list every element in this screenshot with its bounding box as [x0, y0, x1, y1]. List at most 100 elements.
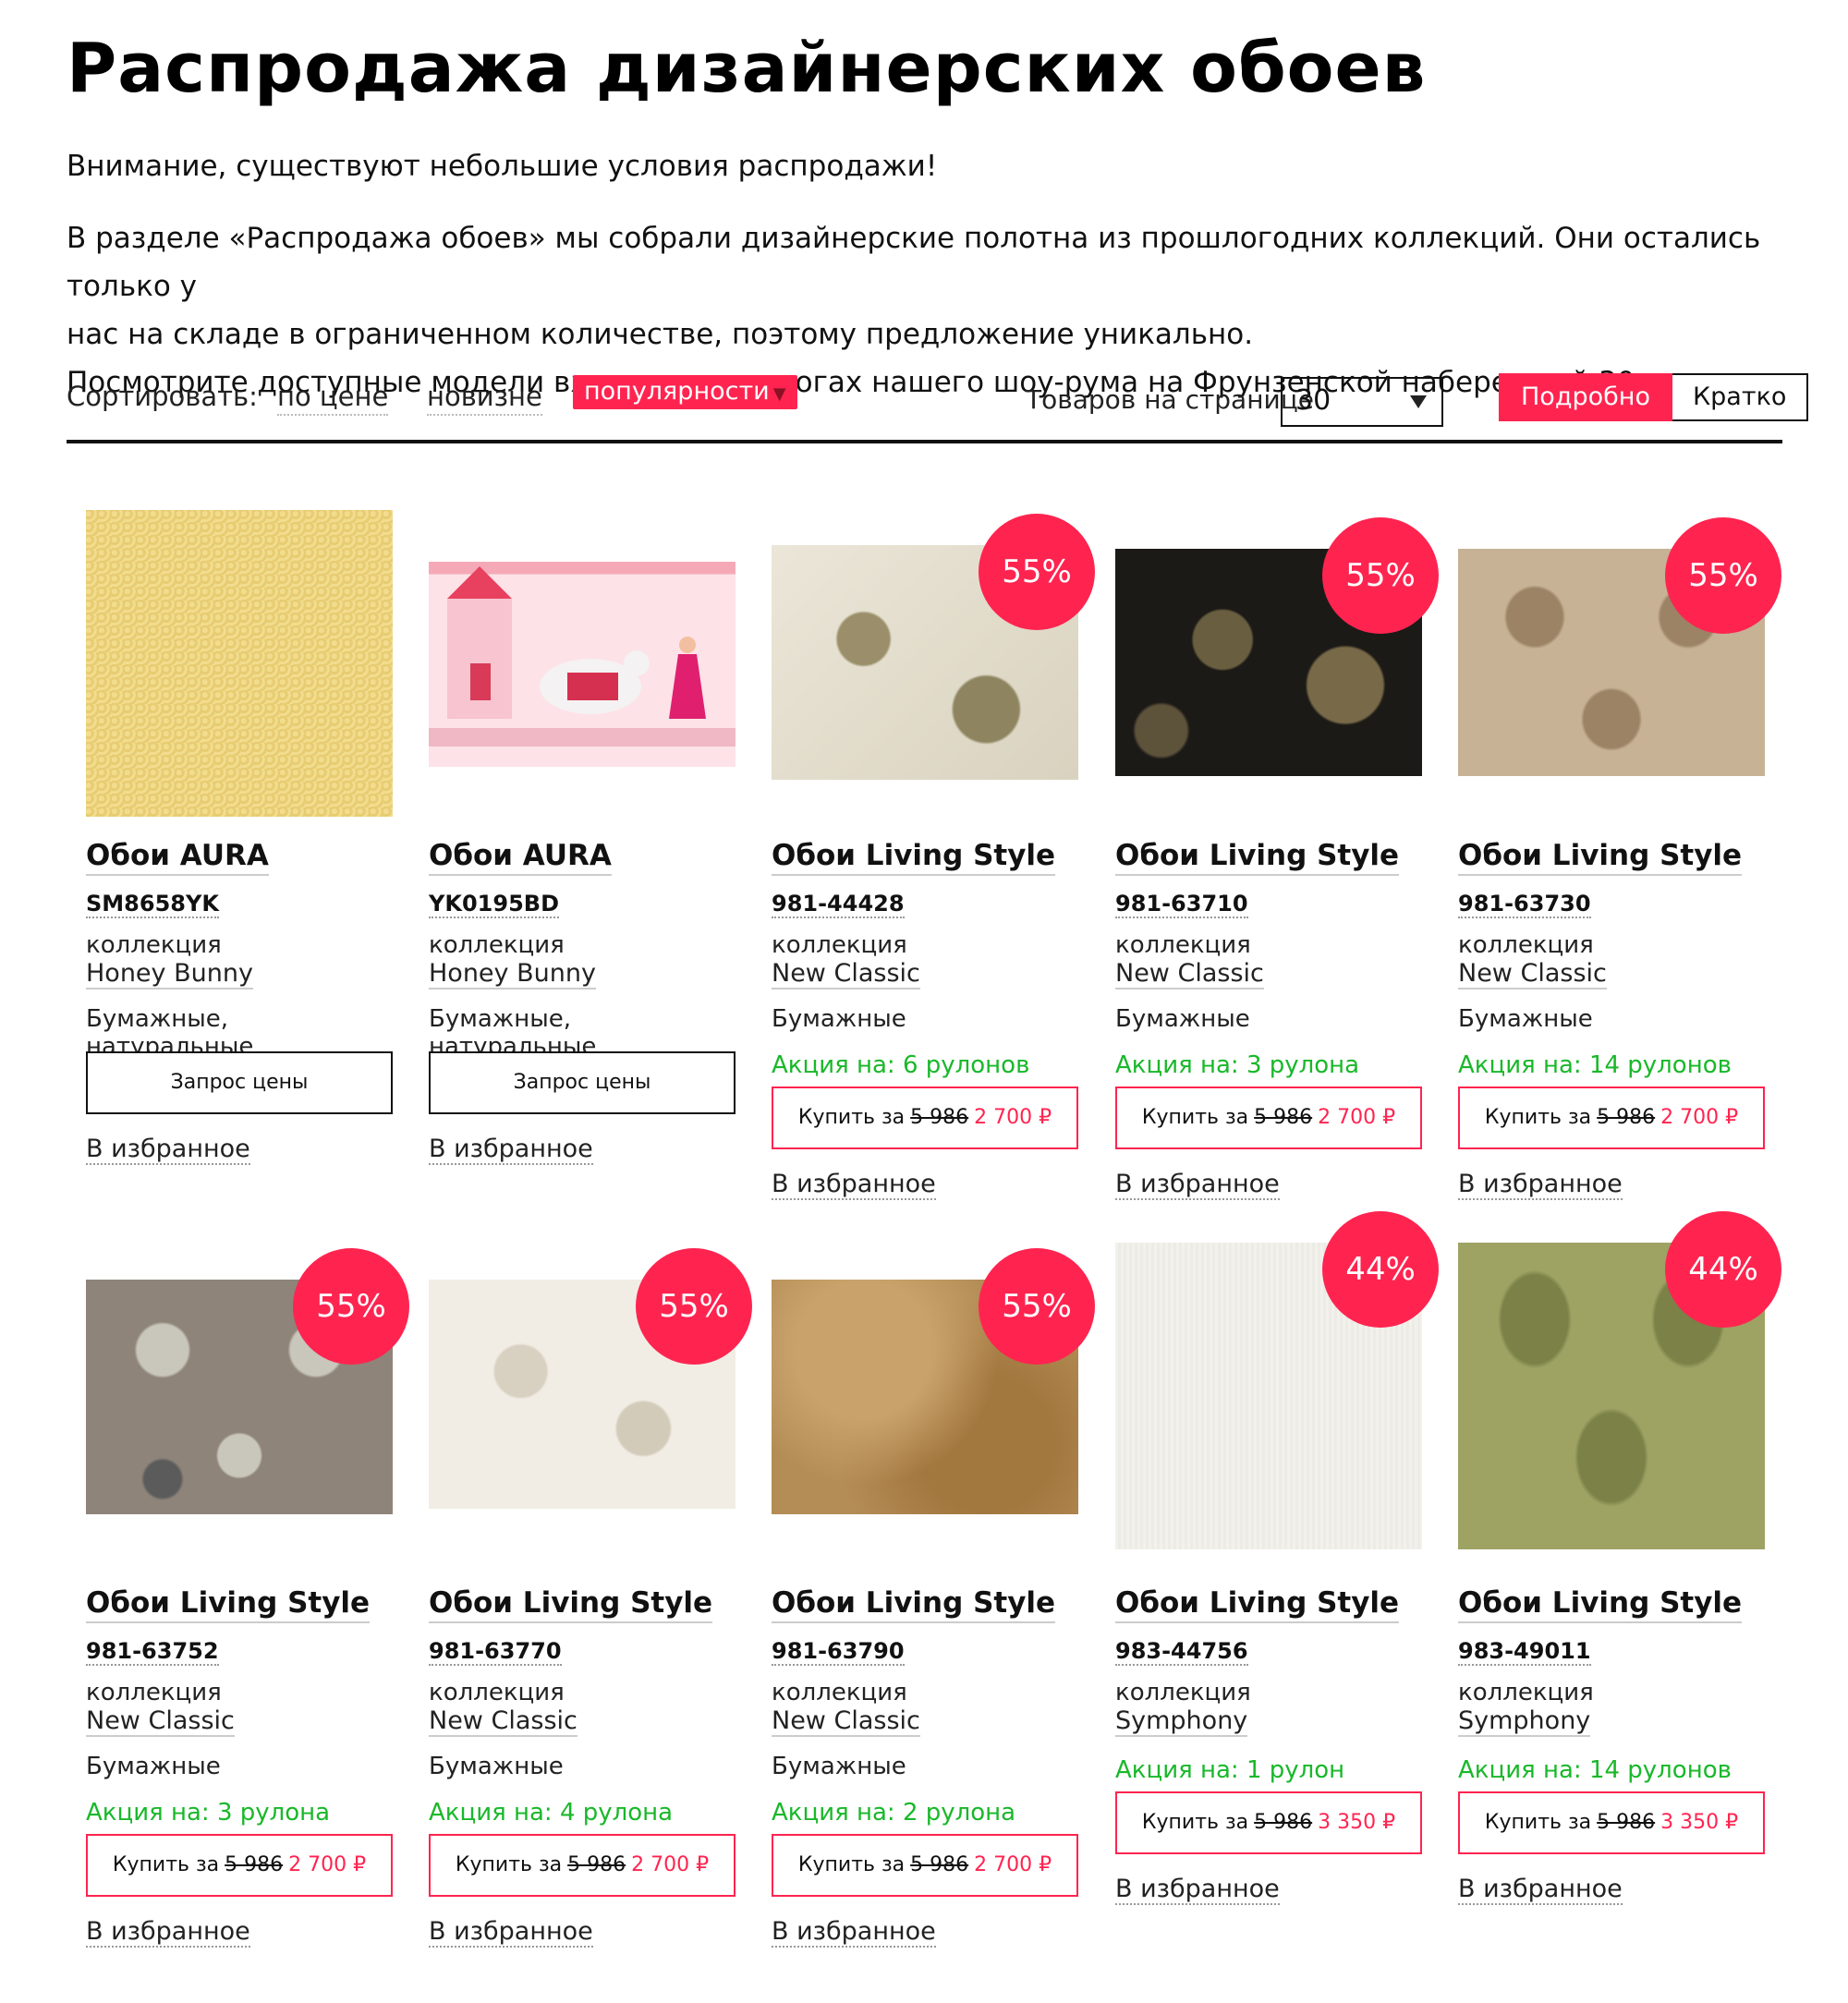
product-sku[interactable]: 983-44756 [1115, 1638, 1248, 1666]
product-sku[interactable]: 981-63730 [1458, 891, 1591, 918]
product-image[interactable] [86, 510, 393, 817]
buy-label: Купить за [797, 1106, 906, 1129]
product-title[interactable]: Обои Living Style [1458, 1586, 1743, 1623]
buy-button[interactable]: Купить за 5 986 2 700 ₽ [429, 1834, 736, 1897]
add-to-favorites-link[interactable]: В избранное [86, 1135, 250, 1165]
product-title[interactable]: Обои Living Style [1458, 839, 1743, 876]
buy-label: Купить за [1484, 1811, 1592, 1834]
product-sku[interactable]: 981-63710 [1115, 891, 1248, 918]
collection-link[interactable]: New Classic [772, 1706, 920, 1737]
buy-button[interactable]: Купить за 5 986 2 700 ₽ [1458, 1086, 1765, 1149]
per-page-value: 30 [1295, 384, 1331, 417]
sale-price: 2 700 ₽ [1660, 1106, 1739, 1129]
product-sku[interactable]: YK0195BD [429, 891, 559, 918]
view-brief-button[interactable]: Кратко [1672, 373, 1809, 421]
promo-text: Акция на: 14 рулонов [1458, 1756, 1732, 1784]
promo-text: Акция на: 1 рулон [1115, 1756, 1345, 1784]
page-title: Распродажа дизайнерских обоев [67, 29, 1427, 108]
collection-link[interactable]: Honey Bunny [86, 959, 253, 989]
add-to-favorites-link[interactable]: В избранное [772, 1170, 936, 1200]
add-to-favorites-link[interactable]: В избранное [429, 1135, 593, 1165]
sale-price: 3 350 ₽ [1660, 1811, 1739, 1834]
product-title[interactable]: Обои Living Style [86, 1586, 371, 1623]
request-price-button[interactable]: Запрос цены [86, 1051, 393, 1114]
buy-button[interactable]: Купить за 5 986 3 350 ₽ [1458, 1791, 1765, 1854]
product-sku[interactable]: 983-49011 [1458, 1638, 1591, 1666]
product-title[interactable]: Обои AURA [429, 839, 612, 876]
collection-link[interactable]: Symphony [1115, 1706, 1248, 1737]
product-sku[interactable]: 981-63770 [429, 1638, 562, 1666]
sort-by-newness[interactable]: новизне [427, 381, 542, 416]
collection-link[interactable]: Honey Bunny [429, 959, 596, 989]
sale-price: 2 700 ₽ [1318, 1106, 1396, 1129]
promo-text: Акция на: 6 рулонов [772, 1051, 1030, 1079]
sale-notice: Внимание, существуют небольшие условия р… [67, 150, 938, 183]
view-toggle: Подробно Кратко [1499, 373, 1809, 421]
add-to-favorites-link[interactable]: В избранное [772, 1917, 936, 1948]
collection-label: коллекция [1115, 1679, 1251, 1706]
castle-illustration [429, 566, 736, 747]
promo-text: Акция на: 3 рулона [1115, 1051, 1360, 1079]
sort-toolbar: Сортировать: по цене новизне популярност… [67, 373, 1809, 443]
buy-button[interactable]: Купить за 5 986 2 700 ₽ [772, 1834, 1078, 1897]
sort-by-price[interactable]: по цене [277, 381, 389, 416]
promo-text: Акция на: 2 рулона [772, 1799, 1016, 1827]
buy-label: Купить за [1141, 1106, 1249, 1129]
add-to-favorites-link[interactable]: В избранное [1115, 1875, 1280, 1905]
product-sku[interactable]: 981-63790 [772, 1638, 905, 1666]
buy-label: Купить за [1484, 1106, 1592, 1129]
collection-link[interactable]: New Classic [1115, 959, 1264, 989]
sort-label: Сортировать: [67, 381, 258, 412]
buy-button[interactable]: Купить за 5 986 2 700 ₽ [86, 1834, 393, 1897]
product-material: Бумажные [772, 1005, 906, 1033]
discount-badge: 55% [634, 1246, 754, 1366]
sort-arrow-icon: ▼ [772, 384, 786, 404]
intro-line: нас на складе в ограниченном количестве,… [67, 318, 1254, 351]
collection-link[interactable]: New Classic [1458, 959, 1607, 989]
sale-price: 2 700 ₽ [631, 1853, 710, 1876]
product-image[interactable] [429, 562, 736, 767]
promo-text: Акция на: 3 рулона [86, 1799, 331, 1827]
buy-button[interactable]: Купить за 5 986 3 350 ₽ [1115, 1791, 1422, 1854]
buy-button[interactable]: Купить за 5 986 2 700 ₽ [1115, 1086, 1422, 1149]
collection-label: коллекция [86, 931, 222, 959]
old-price: 5 986 [1254, 1106, 1313, 1129]
sale-price: 3 350 ₽ [1318, 1811, 1396, 1834]
collection-label: коллекция [772, 931, 907, 959]
discount-badge: 44% [1663, 1209, 1783, 1329]
buy-button[interactable]: Купить за 5 986 2 700 ₽ [772, 1086, 1078, 1149]
promo-text: Акция на: 4 рулона [429, 1799, 674, 1827]
per-page-label: Товаров на странице [1026, 384, 1314, 415]
product-title[interactable]: Обои AURA [86, 839, 269, 876]
old-price: 5 986 [910, 1106, 969, 1129]
collection-label: коллекция [1115, 931, 1251, 959]
product-title[interactable]: Обои Living Style [1115, 1586, 1400, 1623]
add-to-favorites-link[interactable]: В избранное [1458, 1875, 1623, 1905]
product-sku[interactable]: 981-44428 [772, 891, 905, 918]
buy-label: Купить за [112, 1853, 220, 1876]
collection-link[interactable]: New Classic [772, 959, 920, 989]
product-sku[interactable]: 981-63752 [86, 1638, 219, 1666]
request-price-button[interactable]: Запрос цены [429, 1051, 736, 1114]
add-to-favorites-link[interactable]: В избранное [1115, 1170, 1280, 1200]
per-page-select[interactable]: 30 [1281, 377, 1443, 427]
discount-badge: 44% [1320, 1209, 1441, 1329]
collection-link[interactable]: New Classic [86, 1706, 235, 1737]
add-to-favorites-link[interactable]: В избранное [1458, 1170, 1623, 1200]
product-title[interactable]: Обои Living Style [772, 1586, 1056, 1623]
collection-link[interactable]: New Classic [429, 1706, 578, 1737]
view-detailed-button[interactable]: Подробно [1499, 373, 1672, 421]
add-to-favorites-link[interactable]: В избранное [86, 1917, 250, 1948]
product-title[interactable]: Обои Living Style [1115, 839, 1400, 876]
collection-label: коллекция [1458, 931, 1594, 959]
product-sku[interactable]: SM8658YK [86, 891, 219, 918]
sort-by-popularity[interactable]: популярности ▼ [573, 375, 797, 409]
product-title[interactable]: Обои Living Style [429, 1586, 713, 1623]
discount-badge: 55% [291, 1246, 411, 1366]
product-title[interactable]: Обои Living Style [772, 839, 1056, 876]
old-price: 5 986 [1597, 1106, 1656, 1129]
collection-link[interactable]: Symphony [1458, 1706, 1591, 1737]
add-to-favorites-link[interactable]: В избранное [429, 1917, 593, 1948]
product-material: Бумажные [86, 1753, 221, 1780]
old-price: 5 986 [225, 1853, 284, 1876]
